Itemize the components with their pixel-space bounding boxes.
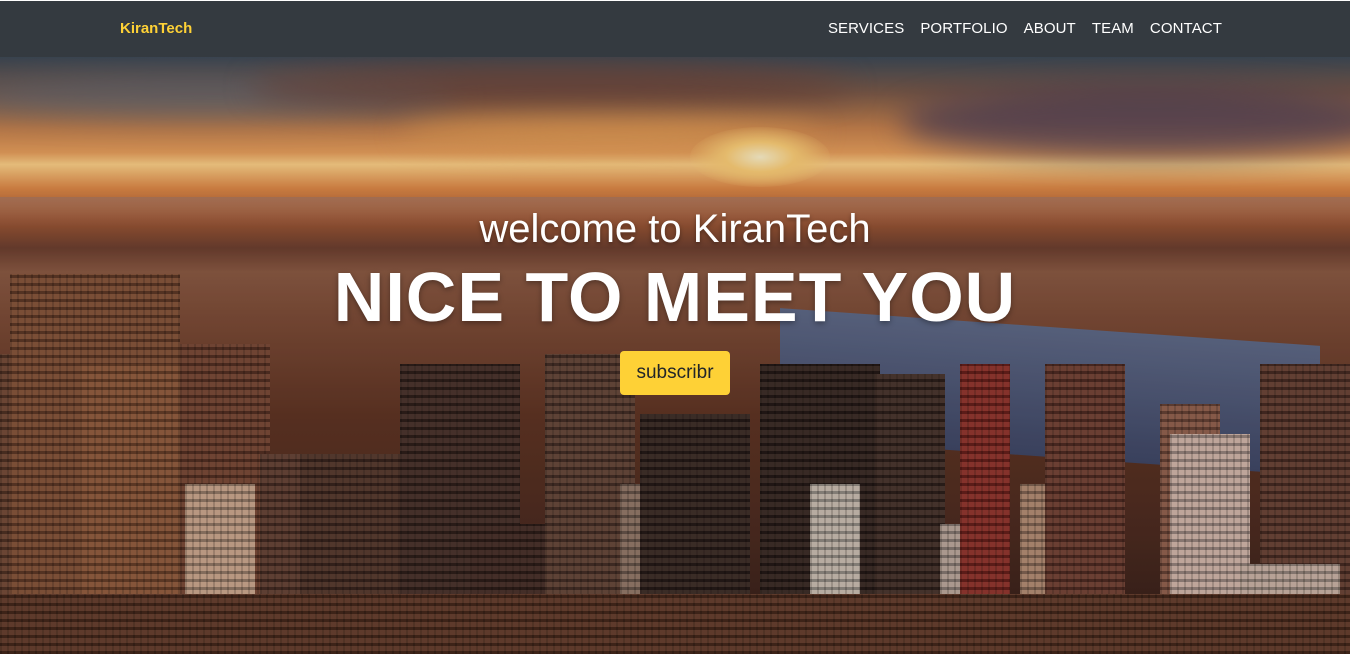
nav-item-about[interactable]: ABOUT: [1016, 20, 1084, 37]
nav-item-services[interactable]: SERVICES: [820, 20, 912, 37]
hero-lead: welcome to KiranTech: [479, 207, 871, 251]
nav-item-portfolio[interactable]: PORTFOLIO: [912, 20, 1015, 37]
nav-links: SERVICES PORTFOLIO ABOUT TEAM CONTACT: [820, 20, 1222, 37]
nav-item-team[interactable]: TEAM: [1084, 20, 1142, 37]
subscribe-button[interactable]: subscribr: [620, 351, 730, 395]
hero-section: welcome to KiranTech NICE TO MEET YOU su…: [0, 57, 1350, 654]
nav-item-contact[interactable]: CONTACT: [1142, 20, 1222, 37]
hero-text: welcome to KiranTech NICE TO MEET YOU su…: [0, 207, 1350, 395]
brand-logo[interactable]: KiranTech: [120, 20, 192, 37]
hero-heading: NICE TO MEET YOU: [333, 258, 1017, 336]
navbar: KiranTech SERVICES PORTFOLIO ABOUT TEAM …: [0, 0, 1350, 57]
